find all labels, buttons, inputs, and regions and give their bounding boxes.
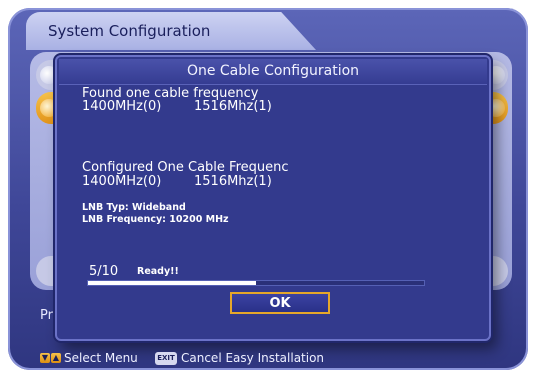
- lnb-type: LNB Typ: Wideband: [82, 202, 186, 213]
- lnb-frequency: LNB Frequency: 10200 MHz: [82, 214, 229, 225]
- arrow-down-icon: ▼: [40, 353, 50, 363]
- cancel-installation-hint: Cancel Easy Installation: [181, 351, 325, 365]
- page-title: System Configuration: [48, 22, 211, 40]
- found-frequency-1: 1400MHz(0): [82, 99, 162, 114]
- configured-frequency-label: Configured One Cable Frequenc: [82, 160, 289, 175]
- background-item-label: Pr: [40, 308, 53, 323]
- ok-button[interactable]: OK: [230, 292, 330, 314]
- tv-screen: System Configuration Pr One Cable Config…: [0, 0, 533, 380]
- select-menu-hint: Select Menu: [64, 351, 138, 365]
- progress-fill: [88, 281, 256, 285]
- progress-bar: [87, 280, 425, 286]
- found-frequency-2: 1516Mhz(1): [194, 99, 272, 114]
- progress-count: 5/10: [89, 264, 119, 279]
- one-cable-dialog: One Cable Configuration Found one cable …: [55, 55, 491, 341]
- configured-frequency-1: 1400MHz(0): [82, 174, 162, 189]
- configured-frequency-2: 1516Mhz(1): [194, 174, 272, 189]
- arrow-up-icon: ▲: [51, 353, 61, 363]
- status-text: Ready!!: [137, 266, 179, 277]
- exit-key-icon: EXIT: [155, 352, 177, 365]
- dialog-title: One Cable Configuration: [186, 63, 360, 79]
